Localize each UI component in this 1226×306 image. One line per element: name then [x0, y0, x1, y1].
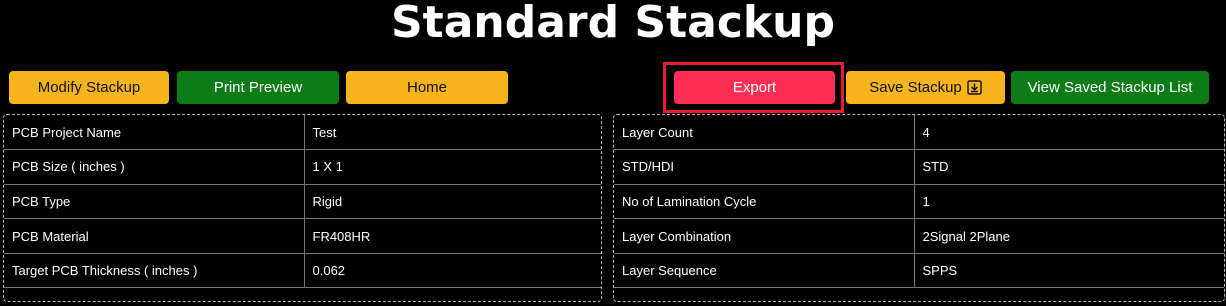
row-label: STD/HDI [614, 149, 915, 185]
table-row: Layer Sequence SPPS [614, 253, 1224, 289]
table-row: Layer Combination 2Signal 2Plane [614, 218, 1224, 254]
row-label: Layer Count [614, 115, 915, 151]
row-label: Target PCB Thickness ( inches ) [4, 253, 305, 289]
row-value: 1 [914, 184, 1224, 220]
row-value: 1 X 1 [304, 149, 601, 185]
row-value: FR408HR [304, 218, 601, 254]
table-row: PCB Type Rigid [4, 184, 601, 220]
row-label: Layer Sequence [614, 253, 915, 289]
row-label: PCB Size ( inches ) [4, 149, 305, 185]
layer-info-panel: Layer Count 4 STD/HDI STD No of Lamination C… [613, 114, 1225, 302]
print-preview-button[interactable]: Print Preview [177, 71, 339, 104]
project-info-table: PCB Project Name Test PCB Size ( inches ) 1… [4, 115, 601, 289]
table-row: PCB Project Name Test [4, 115, 601, 151]
row-value: Test [304, 115, 601, 151]
row-label: Layer Combination [614, 218, 915, 254]
row-label: PCB Material [4, 218, 305, 254]
page-title: Standard Stackup [390, 0, 836, 48]
view-saved-stackup-list-button[interactable]: View Saved Stackup List [1011, 71, 1209, 104]
row-value: SPPS [914, 253, 1224, 289]
export-button[interactable]: Export [674, 71, 835, 104]
save-stackup-button[interactable]: Save Stackup [846, 71, 1005, 104]
row-value: 2Signal 2Plane [914, 218, 1224, 254]
row-label: No of Lamination Cycle [614, 184, 915, 220]
row-value: 0.062 [304, 253, 601, 289]
layer-info-table: Layer Count 4 STD/HDI STD No of Lamination C… [614, 115, 1224, 289]
row-label: PCB Project Name [4, 115, 305, 151]
row-label: PCB Type [4, 184, 305, 220]
save-stackup-label: Save Stackup [869, 79, 962, 96]
row-value: Rigid [304, 184, 601, 220]
row-value: 4 [914, 115, 1224, 151]
table-row: Layer Count 4 [614, 115, 1224, 151]
table-row: Target PCB Thickness ( inches ) 0.062 [4, 253, 601, 289]
save-icon [967, 80, 982, 95]
table-row: No of Lamination Cycle 1 [614, 184, 1224, 220]
row-value: STD [914, 149, 1224, 185]
table-row: PCB Size ( inches ) 1 X 1 [4, 149, 601, 185]
table-row: STD/HDI STD [614, 149, 1224, 185]
project-info-panel: PCB Project Name Test PCB Size ( inches ) 1… [3, 114, 602, 302]
home-button[interactable]: Home [346, 71, 508, 104]
modify-stackup-button[interactable]: Modify Stackup [9, 71, 169, 104]
table-row: PCB Material FR408HR [4, 218, 601, 254]
